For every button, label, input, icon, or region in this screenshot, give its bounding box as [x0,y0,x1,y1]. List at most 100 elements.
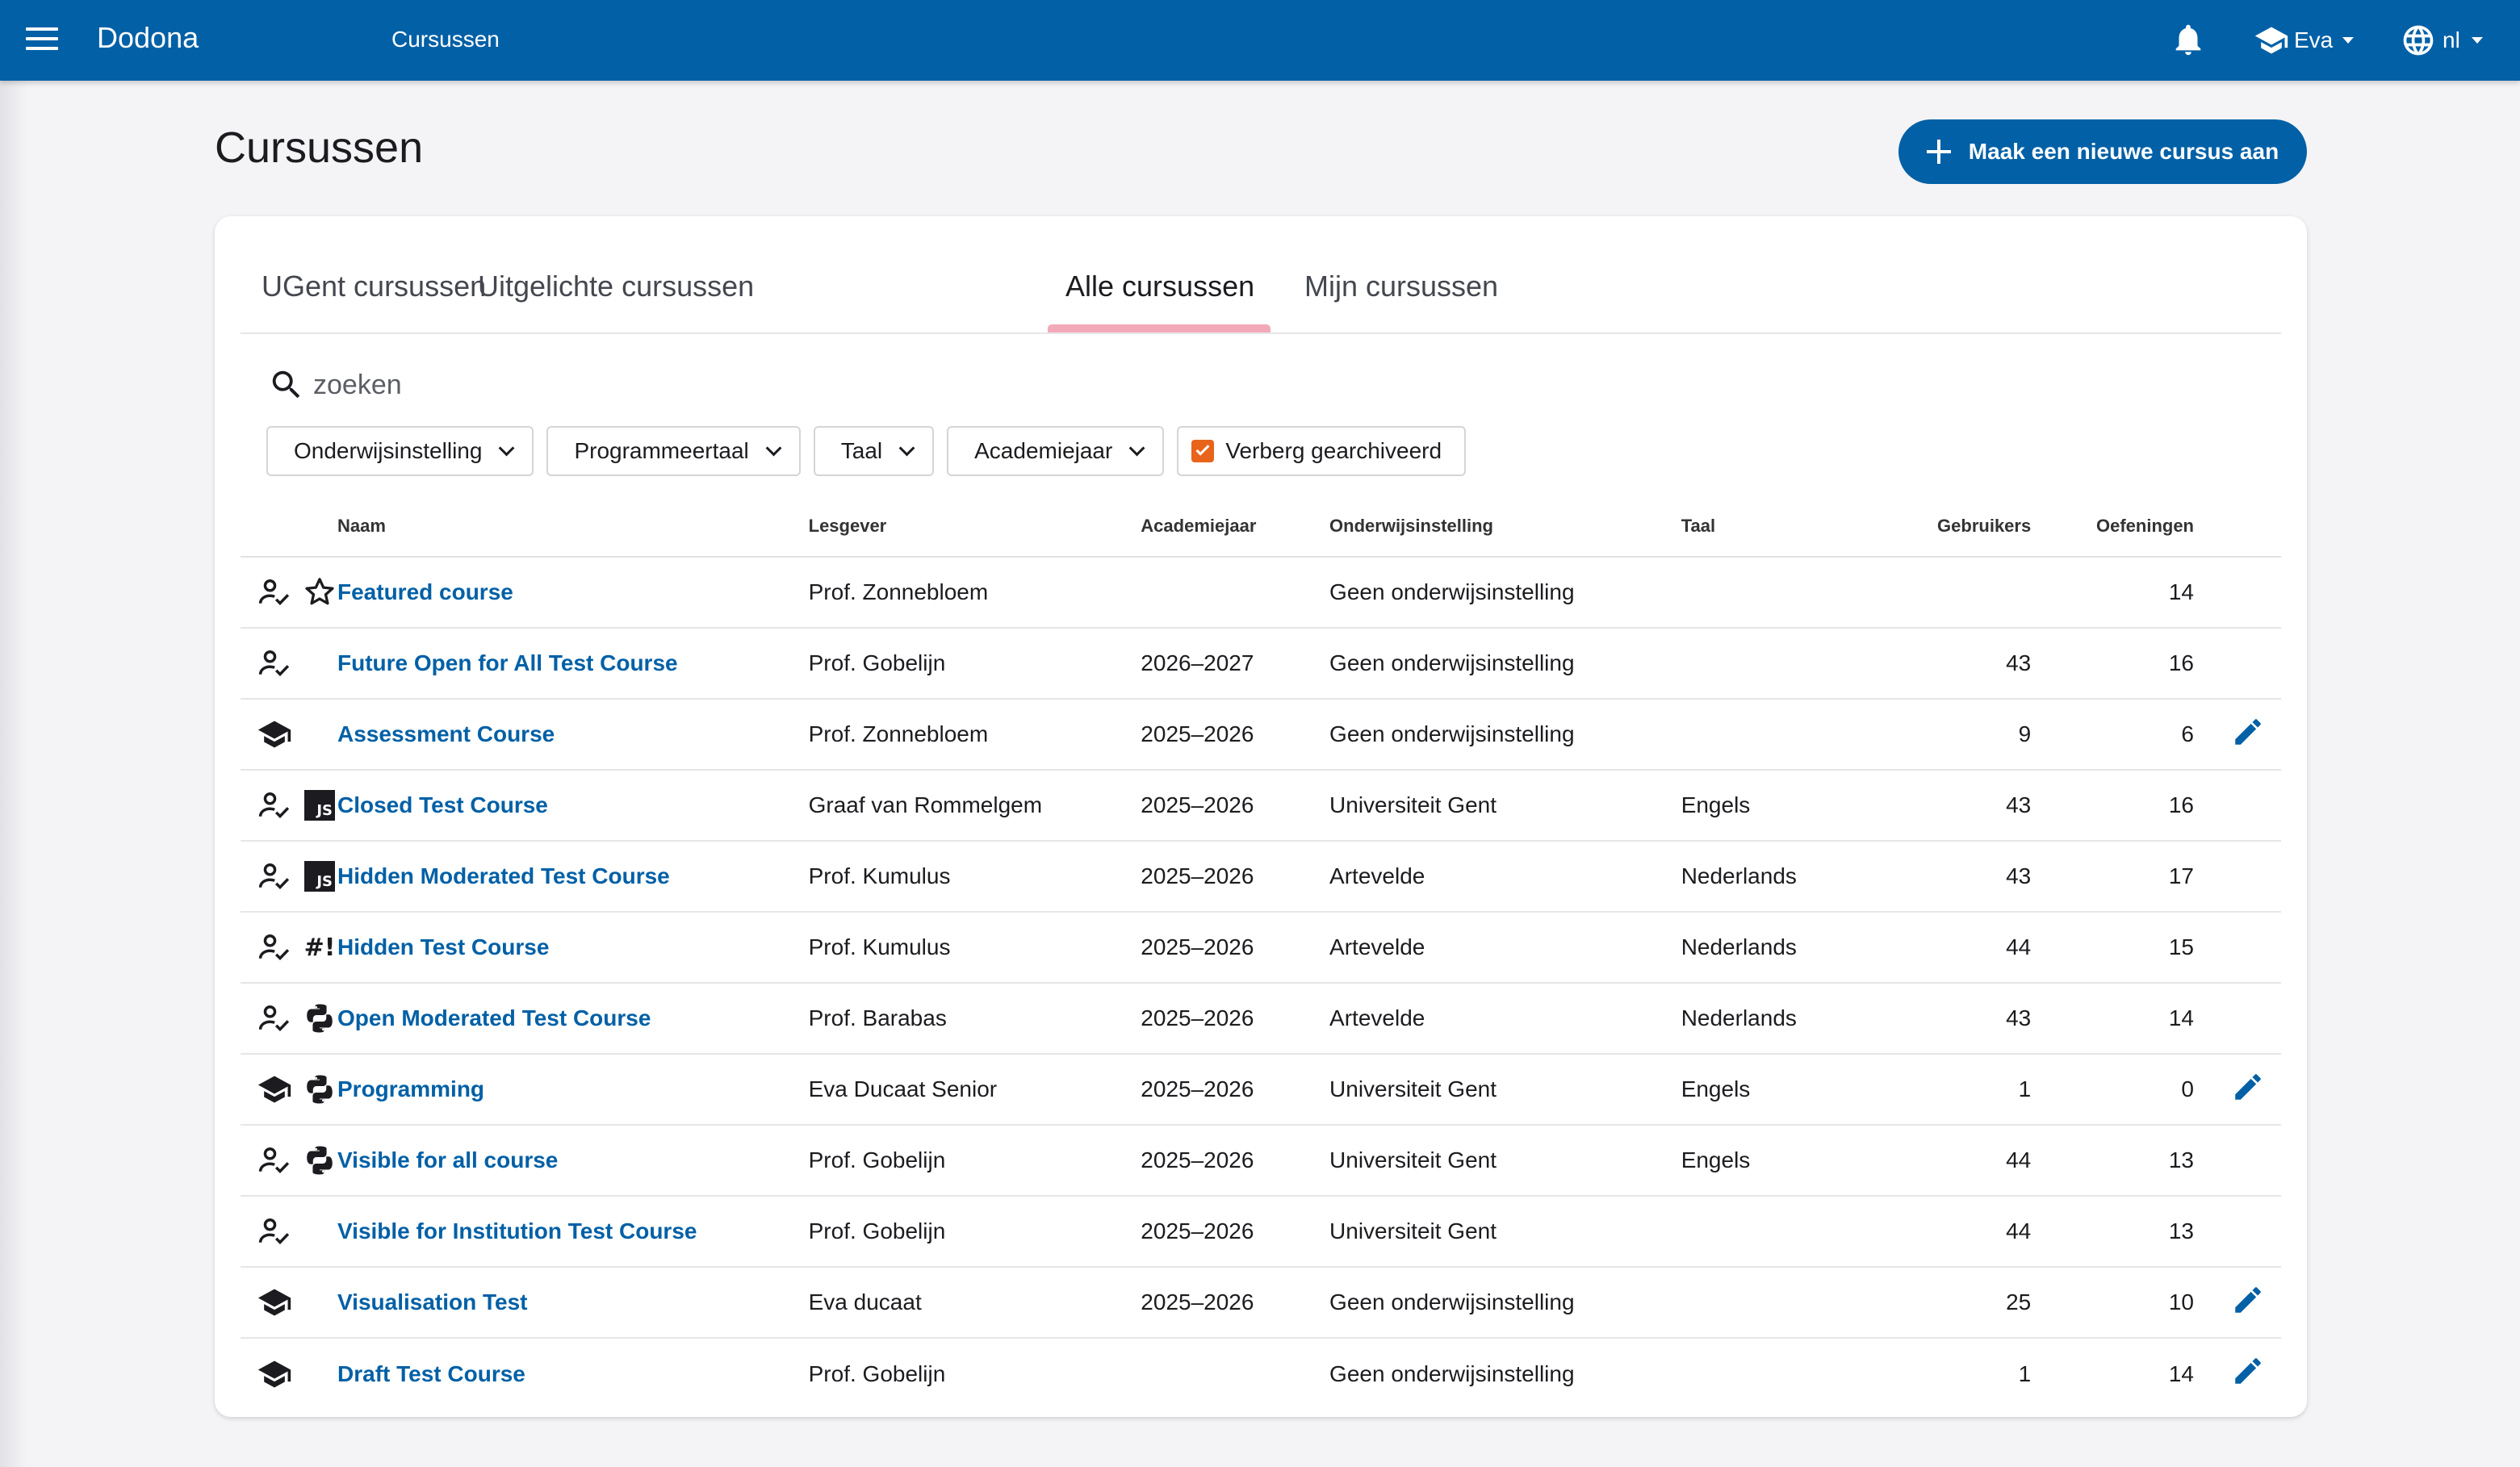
bell-icon[interactable] [2170,19,2207,60]
table-row: JS Hidden Moderated Test Course Prof. Kumu… [241,841,2281,913]
new-course-button[interactable]: Maak een nieuwe cursus aan [1898,119,2307,184]
course-users [1863,557,2032,629]
filter-institution[interactable]: Onderwijsinstelling [266,426,534,476]
course-institution: Universiteit Gent [1329,1125,1681,1197]
python-icon [302,1143,337,1178]
row-actions [2194,557,2281,629]
row-actions [2194,628,2281,700]
filter-language-label: Taal [840,438,883,463]
row-actions [2194,912,2281,984]
course-link[interactable]: Assessment Course [337,721,555,746]
course-teacher: Prof. Gobelijn [808,1125,1141,1197]
hide-archived-label: Verberg gearchiveerd [1225,438,1442,463]
language-menu[interactable]: nl [2401,23,2483,58]
table-row: Assessment Course Prof. Zonnebloem 2025–20… [241,699,2281,771]
graduation-cap-icon [257,717,292,752]
course-institution: Artevelde [1329,983,1681,1055]
header-name[interactable]: Naam [337,495,809,558]
row-icons [241,1267,337,1339]
courses-card: UGent cursussen Uitgelichte cursussen Al… [215,216,2307,1417]
page-title: Cursussen [215,123,424,172]
header-users[interactable]: Gebruikers [1863,495,2032,558]
course-name-cell: Closed Test Course [337,770,809,842]
globe-icon [2403,25,2434,56]
course-exercises: 0 [2031,1054,2194,1126]
graduation-cap-icon [257,1072,292,1107]
header-exercises[interactable]: Oefeningen [2031,495,2194,558]
hide-archived-checkbox[interactable] [1191,440,1215,462]
header-teacher[interactable]: Lesgever [808,495,1141,558]
tab-ugent-courses[interactable]: UGent cursussen [262,270,486,303]
app-title[interactable]: Dodona [97,21,199,55]
course-link[interactable]: Draft Test Course [337,1361,525,1386]
edit-pencil-icon[interactable] [2231,718,2265,754]
search-bar [268,366,797,403]
header-institution[interactable]: Onderwijsinstelling [1329,495,1681,558]
course-teacher: Prof. Zonnebloem [808,557,1141,629]
row-icons: JS [241,770,337,842]
chevron-down-icon [765,440,782,457]
course-institution: Geen onderwijsinstelling [1329,1360,1575,1386]
python-icon [302,1001,337,1036]
filter-academic-year[interactable]: Academiejaar [947,426,1165,476]
row-icons [241,1196,337,1268]
hide-archived-toggle[interactable]: Verberg gearchiveerd [1177,426,1467,476]
tab-my-courses[interactable]: Mijn cursussen [1304,270,1498,303]
user-menu[interactable]: Eva [2254,23,2355,58]
course-exercises: 15 [2031,912,2194,984]
course-language: Engels [1681,1054,1864,1126]
header-actions [2194,495,2281,558]
course-exercises: 16 [2031,628,2194,700]
course-link[interactable]: Visible for all course [337,1147,558,1172]
course-link[interactable]: Open Moderated Test Course [337,1005,651,1030]
course-year: 2025–2026 [1141,699,1330,771]
course-users: 25 [1863,1267,2032,1339]
search-input[interactable] [313,369,797,401]
course-link[interactable]: Future Open for All Test Course [337,650,678,675]
course-link[interactable]: Visible for Institution Test Course [337,1218,697,1243]
course-link[interactable]: Programming [337,1076,484,1101]
chevron-down-icon [898,440,915,457]
filter-programming-language[interactable]: Programmeertaal [546,426,801,476]
row-icons [241,1054,337,1126]
course-language [1681,628,1864,700]
course-link[interactable]: Visualisation Test [337,1289,527,1314]
filter-programming-language-label: Programmeertaal [574,438,749,463]
course-users: 44 [1863,912,2032,984]
row-actions [2194,1054,2281,1126]
course-name-cell: Draft Test Course [337,1338,809,1409]
course-year [1141,1338,1329,1409]
tab-featured-courses[interactable]: Uitgelichte cursussen [478,270,754,303]
filter-bar: Onderwijsinstelling Programmeertaal Taal… [266,426,1467,476]
javascript-icon: JS [302,788,337,823]
hamburger-menu-icon[interactable] [26,27,58,53]
graduation-cap-icon [257,1356,292,1392]
header-language[interactable]: Taal [1681,495,1864,558]
courses-table: Naam Lesgever Academiejaar Onderwijsinst… [241,495,2281,1409]
graduation-cap-icon [2254,27,2288,54]
tab-all-courses[interactable]: Alle cursussen [1065,270,1254,303]
table-row: Visible for all course Prof. Gobelijn 2025… [241,1125,2281,1197]
header-year[interactable]: Academiejaar [1141,495,1330,558]
row-actions [2194,1125,2281,1197]
user-name: Eva [2294,27,2334,52]
edit-pencil-icon[interactable] [2231,1358,2265,1393]
course-year: 2025–2026 [1141,1267,1330,1339]
edit-pencil-icon[interactable] [2231,1286,2265,1322]
course-link[interactable]: Featured course [337,579,513,604]
course-link[interactable]: Hidden Moderated Test Course [337,863,670,888]
filter-language[interactable]: Taal [813,426,935,476]
course-teacher: Eva Ducaat Senior [808,1054,1141,1126]
course-teacher: Prof. Zonnebloem [808,699,1141,771]
edit-pencil-icon[interactable] [2231,1073,2265,1109]
course-language: Engels [1681,770,1864,842]
course-link[interactable]: Closed Test Course [337,792,548,817]
course-name-cell: Visible for all course [337,1125,809,1197]
course-link[interactable]: Hidden Test Course [337,934,549,959]
course-teacher: Graaf van Rommelgem [808,770,1141,842]
course-tabs: UGent cursussen Uitgelichte cursussen Al… [241,216,2281,334]
course-teacher: Prof. Kumulus [808,841,1141,913]
row-actions [2194,983,2281,1055]
python-icon [302,1072,337,1107]
language-code: nl [2443,27,2460,52]
